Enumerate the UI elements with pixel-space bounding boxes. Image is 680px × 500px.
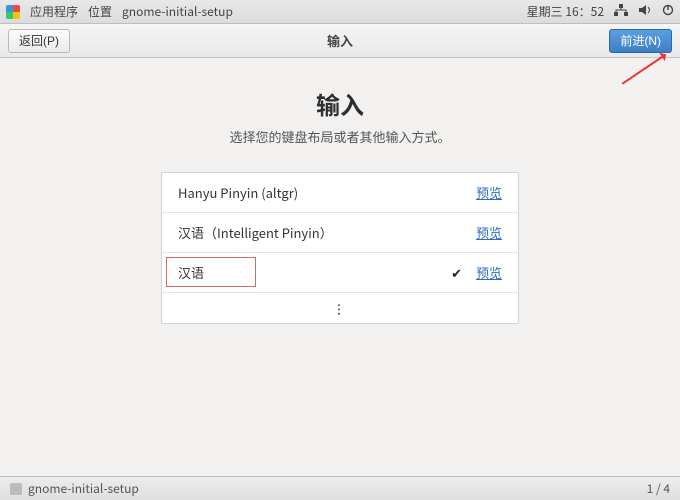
page-subtitle: 选择您的键盘布局或者其他输入方式。 [229,127,450,146]
places-menu[interactable]: 位置 [88,3,112,20]
activities-icon[interactable] [6,5,20,19]
input-source-list: Hanyu Pinyin (altgr) 预览 汉语（Intelligent P… [161,172,519,324]
page-content: 输入 选择您的键盘布局或者其他输入方式。 Hanyu Pinyin (altgr… [0,58,680,324]
top-panel: 应用程序 位置 gnome-initial-setup 星期三 16：52 [0,0,680,24]
clock[interactable]: 星期三 16：52 [527,3,604,20]
layout-label: 汉语（Intelligent Pinyin） [178,223,476,242]
more-icon: ⋯ [330,302,349,313]
list-item[interactable]: 汉语（Intelligent Pinyin） 预览 [162,213,518,253]
network-icon[interactable] [614,3,628,20]
header-bar: 返回(P) 输入 前进(N) [0,24,680,58]
bottom-panel: gnome-initial-setup 1 / 4 [0,476,680,500]
window-title: gnome-initial-setup [122,3,233,20]
preview-link[interactable]: 预览 [476,263,502,282]
taskbar-app-label[interactable]: gnome-initial-setup [28,480,139,497]
preview-link[interactable]: 预览 [476,183,502,202]
list-item[interactable]: Hanyu Pinyin (altgr) 预览 [162,173,518,213]
more-button[interactable]: ⋯ [162,293,518,323]
layout-label: 汉语 [178,263,451,282]
preview-link[interactable]: 预览 [476,223,502,242]
page-title: 输入 [316,86,364,121]
power-icon[interactable] [662,3,674,20]
taskbar-app-icon[interactable] [10,483,22,495]
header-title: 输入 [0,31,680,50]
check-icon: ✔ [451,263,462,282]
forward-button[interactable]: 前进(N) [609,29,672,53]
layout-label: Hanyu Pinyin (altgr) [178,183,476,202]
list-item[interactable]: 汉语 ✔ 预览 [162,253,518,293]
volume-icon[interactable] [638,3,652,20]
workspace-indicator[interactable]: 1 / 4 [647,480,670,497]
back-button[interactable]: 返回(P) [8,29,70,53]
applications-menu[interactable]: 应用程序 [30,3,78,20]
